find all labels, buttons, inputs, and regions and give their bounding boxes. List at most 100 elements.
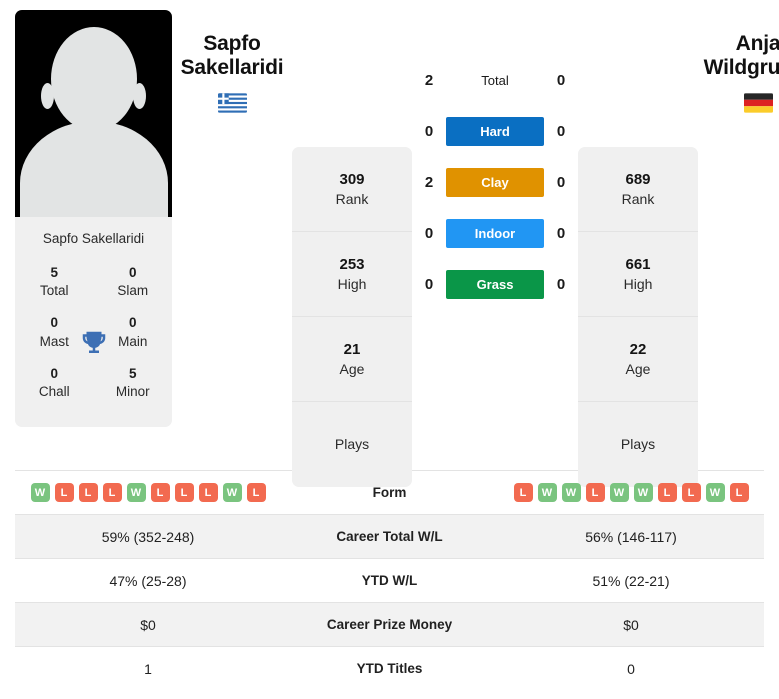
stat-age-right: 22 Age — [578, 317, 698, 402]
titles-chall-left: 0 Chall — [15, 359, 94, 409]
form-badge[interactable]: W — [705, 483, 725, 502]
player-card-left[interactable]: Sapfo Sakellaridi 5 Total 0 Slam 0 Mast … — [15, 10, 172, 428]
h2h-score-right-indoor: 0 — [556, 225, 566, 242]
titles-slam-left: 0 Slam — [94, 258, 173, 308]
table-row: 59% (352-248) Career Total W/L 56% (146-11… — [15, 514, 764, 559]
player-comparison-page: Sapfo Sakellaridi 5 Total 0 Slam 0 Mast … — [0, 0, 779, 699]
h2h-score-right-clay: 0 — [556, 174, 566, 191]
stat-rank-value-left: 309 — [339, 170, 365, 188]
form-badge[interactable]: L — [78, 483, 98, 502]
stat-column-left: 309 Rank 253 High 21 Age Plays — [292, 147, 412, 487]
stat-plays-label-left: Plays — [334, 435, 370, 452]
table-row: 47% (25-28) YTD W/L 51% (22-21) — [15, 558, 764, 603]
h2h-row-hard: 0 Hard 0 — [412, 117, 578, 146]
stat-rank-left: 309 Rank — [292, 147, 412, 232]
titles-total-left: 5 Total — [15, 258, 94, 308]
form-badge[interactable]: W — [609, 483, 629, 502]
stat-age-value-left: 21 — [343, 340, 361, 358]
form-badge[interactable]: W — [561, 483, 581, 502]
stat-plays-left: Plays — [292, 402, 412, 487]
stat-row-label: YTD Titles — [281, 646, 498, 690]
titles-total-label-left: Total — [39, 283, 69, 299]
titles-slam-value-left: 0 — [128, 265, 137, 280]
form-badge[interactable]: L — [246, 483, 266, 502]
surface-pill-grass[interactable]: Grass — [446, 270, 544, 299]
form-badge[interactable]: W — [126, 483, 146, 502]
form-badge[interactable]: L — [150, 483, 170, 502]
h2h-row-clay: 2 Clay 0 — [412, 168, 578, 197]
h2h-score-right-hard: 0 — [556, 123, 566, 140]
form-badge[interactable]: L — [102, 483, 122, 502]
titles-chall-label-left: Chall — [38, 384, 70, 400]
surface-pill-hard[interactable]: Hard — [446, 117, 544, 146]
stat-value-left: $0 — [15, 602, 281, 647]
form-badge[interactable]: W — [537, 483, 557, 502]
form-badge[interactable]: L — [681, 483, 701, 502]
avatar-ear-left — [41, 83, 54, 109]
h2h-score-right-total: 0 — [556, 72, 566, 89]
titles-slam-label-left: Slam — [117, 283, 149, 299]
form-badge[interactable]: L — [585, 483, 605, 502]
surface-pill-indoor[interactable]: Indoor — [446, 219, 544, 248]
stat-rank-label-left: Rank — [335, 190, 369, 207]
surface-pill-clay[interactable]: Clay — [446, 168, 544, 197]
stat-value-right: 56% (146-117) — [498, 514, 764, 559]
player-last-name-right: Wildgruber — [703, 55, 779, 79]
stat-value-left: 59% (352-248) — [15, 514, 281, 559]
player-first-name-left: Sapfo — [203, 32, 261, 55]
stat-column-right: 689 Rank 661 High 22 Age Plays — [578, 147, 698, 487]
form-badge[interactable]: L — [54, 483, 74, 502]
form-badge[interactable]: W — [222, 483, 242, 502]
stat-value-right: 51% (22-21) — [498, 558, 764, 603]
player-photo-left — [15, 10, 172, 217]
stat-value-right: $0 — [498, 602, 764, 647]
stat-high-left: 253 High — [292, 232, 412, 317]
h2h-score-right-grass: 0 — [556, 276, 566, 293]
stat-age-left: 21 Age — [292, 317, 412, 402]
h2h-row-grass: 0 Grass 0 — [412, 270, 578, 299]
titles-minor-left: 5 Minor — [94, 359, 173, 409]
stat-age-label-left: Age — [339, 360, 365, 377]
trophy-icon — [79, 328, 109, 358]
h2h-row-total: 2 Total 0 — [412, 66, 578, 95]
surface-pill-total: Total — [481, 73, 509, 88]
titles-chall-value-left: 0 — [50, 365, 58, 381]
form-badge[interactable]: L — [174, 483, 194, 502]
stat-high-value-left: 253 — [339, 255, 365, 273]
form-badge[interactable]: L — [657, 483, 677, 502]
form-badge[interactable]: W — [30, 483, 50, 502]
form-badge[interactable]: L — [729, 483, 749, 502]
h2h-row-indoor: 0 Indoor 0 — [412, 219, 578, 248]
titles-grid-left: 5 Total 0 Slam 0 Mast 0 Main 0 Chall 5 M… — [15, 258, 172, 427]
stat-age-value-right: 22 — [629, 340, 647, 358]
stat-row-label: YTD W/L — [281, 558, 498, 603]
stat-row-label: Career Prize Money — [281, 602, 498, 647]
h2h-score-left-grass: 0 — [424, 276, 434, 293]
stat-rank-right: 689 Rank — [578, 147, 698, 232]
player-first-name-right: Anja — [735, 32, 779, 55]
stat-value-left: WLLLWLLLWL — [15, 470, 281, 515]
stat-plays-label-right: Plays — [620, 435, 656, 452]
stat-plays-right: Plays — [578, 402, 698, 487]
player-name-left: Sapfo Sakellaridi — [15, 217, 172, 258]
stat-high-label-right: High — [623, 275, 653, 292]
head-to-head-column: 2 Total 0 0 Hard 0 2 Clay 0 0 Indoor 0 0 Grass 0 — [412, 10, 578, 299]
stat-age-label-right: Age — [625, 360, 651, 377]
titles-minor-value-left: 5 — [128, 365, 137, 381]
comparison-stats-table: W L L L W L L L W L Form L W W L W W L L W L 59% (352-248) Car… — [15, 470, 764, 690]
stat-high-value-right: 661 — [625, 255, 651, 273]
form-badge[interactable]: L — [513, 483, 533, 502]
germany-flag-icon — [743, 93, 773, 113]
form-badge[interactable]: W — [633, 483, 653, 502]
form-badge[interactable]: L — [198, 483, 218, 502]
titles-minor-label-left: Minor — [115, 384, 150, 400]
stat-value-left: 47% (25-28) — [15, 558, 281, 603]
h2h-score-left-total: 2 — [424, 72, 434, 89]
h2h-score-left-clay: 2 — [424, 174, 434, 191]
stat-value-left: 1 — [15, 646, 281, 690]
titles-total-value-left: 5 — [50, 265, 58, 280]
player-header-left: Sapfo Sakellaridi — [172, 10, 292, 113]
avatar-ear-right — [133, 83, 146, 109]
avatar-silhouette-icon — [50, 27, 137, 131]
h2h-score-left-indoor: 0 — [424, 225, 434, 242]
